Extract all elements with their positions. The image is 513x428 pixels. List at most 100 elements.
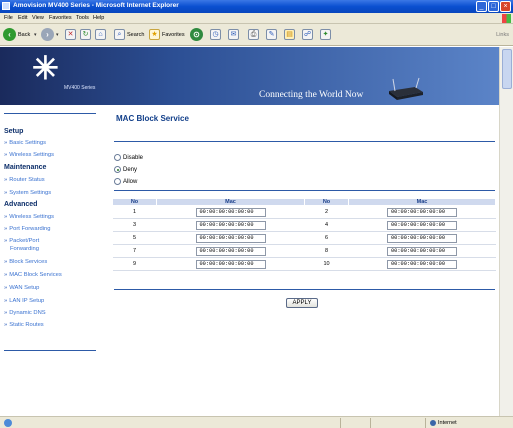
messenger-icon[interactable]: ☍ [302,29,313,40]
status-separator [425,418,426,428]
stop-icon[interactable]: ✕ [65,29,76,40]
radio-allow[interactable] [114,178,121,185]
col-mac-left: Mac [156,198,305,206]
mac-input[interactable]: 00:00:00:00:00:00 [387,207,457,217]
sidebar-item-port-forwarding[interactable]: » Port Forwarding [4,226,50,233]
sidebar-nav: Setup » Basic Settings » Wireless Settings… [0,105,100,416]
mac-input[interactable]: 00:00:00:00:00:00 [195,246,266,256]
sidebar-item-lan-ip-setup[interactable]: » LAN IP Setup [4,298,44,305]
mac-input[interactable]: 00:00:00:00:00:00 [387,259,457,269]
edit-icon[interactable]: ✎ [266,29,277,40]
windows-flag-icon [502,14,511,23]
option-deny[interactable]: Deny [114,165,137,174]
option-disable-label: Disable [123,154,144,161]
sidebar-item-packet-port-cont[interactable]: Forwarding [10,246,39,253]
maximize-button[interactable]: □ [488,1,499,12]
favorites-star-icon[interactable]: ★ [149,29,160,40]
mac-input[interactable]: 00:00:00:00:00:00 [195,259,266,269]
row-no: 4 [304,218,349,232]
mac-table: No Mac No Mac 1 00:00:00:00:00:00 2 00:0… [112,198,496,271]
menu-edit[interactable]: Edit [18,15,27,21]
folder-icon[interactable]: ▤ [284,29,295,40]
mac-input[interactable]: 00:00:00:00:00:00 [195,233,266,243]
mac-input[interactable]: 00:00:00:00:00:00 [387,233,457,243]
close-button[interactable]: × [500,1,511,12]
mac-input[interactable]: 00:00:00:00:00:00 [387,220,457,230]
row-no: 8 [304,244,349,258]
row-no: 1 [112,205,157,219]
page-title: MAC Block Service [116,114,189,123]
sidebar-item-wan-setup[interactable]: » WAN Setup [4,285,39,292]
row-no: 10 [304,257,349,271]
menu-favorites[interactable]: Favorites [49,15,72,21]
sidebar-item-system-settings[interactable]: » System Settings [4,190,51,197]
forward-arrow-icon[interactable]: › [41,28,54,41]
mac-input[interactable]: 00:00:00:00:00:00 [195,207,266,217]
row-no: 6 [304,231,349,245]
window-title: Amovision MV400 Series - Microsoft Inter… [13,2,179,9]
menu-bar: File Edit View Favorites Tools Help [0,13,513,24]
row-no: 9 [112,257,157,271]
page-scrollbar[interactable] [499,47,513,416]
search-icon[interactable]: ⌕ [114,29,125,40]
links-label[interactable]: Links [496,32,509,38]
ie-app-icon [2,2,10,10]
mac-input[interactable]: 00:00:00:00:00:00 [195,220,266,230]
table-row: 7 00:00:00:00:00:00 8 00:00:00:00:00:00 [112,244,496,258]
history-icon[interactable]: ◷ [210,29,221,40]
sidebar-item-router-status[interactable]: » Router Status [4,177,45,184]
sidebar-item-dynamic-dns[interactable]: » Dynamic DNS [4,310,46,317]
status-bar: Internet [0,416,513,428]
menu-help[interactable]: Help [93,15,104,21]
row-no: 3 [112,218,157,232]
back-dropdown-icon[interactable]: ▾ [34,32,37,38]
refresh-icon[interactable]: ↻ [80,29,91,40]
radio-disable[interactable] [114,154,121,161]
sidebar-item-block-services[interactable]: » Block Services [4,259,47,266]
mac-table-header: No Mac No Mac [112,198,496,206]
row-no: 2 [304,205,349,219]
sidebar-item-static-routes[interactable]: » Static Routes [4,322,44,329]
col-mac-right: Mac [348,198,496,206]
media-icon[interactable]: ⊙ [190,28,203,41]
forward-dropdown-icon[interactable]: ▾ [56,32,59,38]
option-allow[interactable]: Allow [114,177,137,186]
sidebar-item-packet-port[interactable]: » Packet/Port [4,238,39,245]
status-separator [340,418,341,428]
search-label[interactable]: Search [127,32,144,38]
router-icon [389,77,423,100]
sidebar-item-adv-wireless-settings[interactable]: » Wireless Settings [4,214,54,221]
favorites-label[interactable]: Favorites [162,32,185,38]
sidebar-item-basic-settings[interactable]: » Basic Settings [4,140,46,147]
scrollbar-thumb[interactable] [502,49,512,89]
col-no-left: No [112,198,157,206]
sidebar-item-mac-block-services[interactable]: » MAC Block Services [4,272,62,279]
security-zone-label: Internet [438,420,457,426]
window-title-bar[interactable]: Amovision MV400 Series - Microsoft Inter… [0,0,513,13]
radio-deny[interactable] [114,166,121,173]
mail-icon[interactable]: ✉ [228,29,239,40]
main-content: MAC Block Service Disable Deny Allow No … [108,105,499,416]
research-icon[interactable]: ✦ [320,29,331,40]
mac-input[interactable]: 00:00:00:00:00:00 [387,246,457,256]
table-row: 1 00:00:00:00:00:00 2 00:00:00:00:00:00 [112,205,496,219]
menu-file[interactable]: File [4,15,13,21]
status-separator [370,418,371,428]
starburst-logo-icon: ✳ [32,50,59,86]
home-icon[interactable]: ⌂ [95,29,106,40]
row-no: 5 [112,231,157,245]
print-icon[interactable]: ⎙ [248,29,259,40]
menu-tools[interactable]: Tools [76,15,89,21]
back-arrow-icon[interactable]: ‹ [3,28,16,41]
sidebar-item-wireless-settings[interactable]: » Wireless Settings [4,152,54,159]
option-disable[interactable]: Disable [114,153,143,162]
apply-button[interactable]: APPLY [286,298,318,308]
router-header-banner: ✳ MV400 Series Connecting the World Now [0,47,499,105]
sidebar-heading-setup: Setup [4,128,24,135]
banner-tagline: Connecting the World Now [259,90,364,100]
back-label[interactable]: Back [18,32,30,38]
options-divider [114,190,495,191]
menu-view[interactable]: View [32,15,44,21]
minimize-button[interactable]: _ [476,1,487,12]
browser-toolbar: ‹ Back ▾ › ▾ ✕ ↻ ⌂ ⌕ Search ★ Favorites … [0,24,513,46]
